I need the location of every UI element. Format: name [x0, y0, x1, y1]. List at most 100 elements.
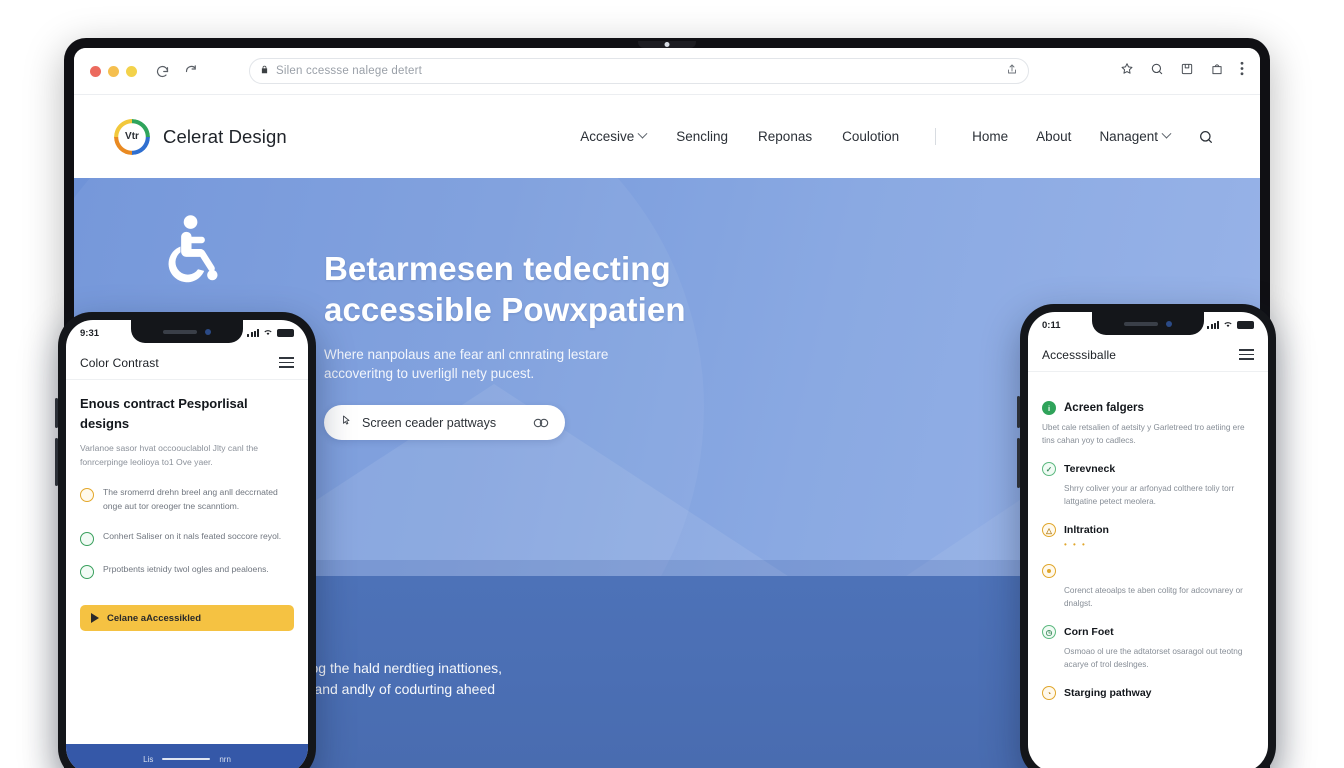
wifi-icon: [263, 328, 273, 339]
link-icon: [533, 417, 549, 429]
kebab-menu-icon[interactable]: [1240, 61, 1244, 81]
laptop-camera-icon: [664, 42, 670, 47]
phone-left-paragraph: Varlanoe sasor hvat occoouclablol Jlty c…: [80, 443, 259, 467]
home-indicator: [162, 757, 211, 761]
footer-right-label: nrn: [219, 754, 231, 764]
nav-divider: [935, 128, 937, 145]
cursor-icon: [340, 414, 352, 432]
green-circle-icon: [80, 565, 94, 579]
nav-item-sencling[interactable]: Sencling: [676, 129, 728, 144]
wifi-icon: [1223, 320, 1233, 331]
list-item-text: Prpotbents ietnidy twol ogles and pealoe…: [103, 564, 269, 574]
list-item-title: Starging pathway: [1064, 687, 1152, 699]
lock-icon: [260, 62, 269, 80]
nav-item-accesive[interactable]: Accesive: [580, 128, 648, 144]
amber-outline-badge-icon: △: [1042, 523, 1056, 537]
list-item[interactable]: The sromerrd drehn breel ang anll deccrn…: [80, 486, 294, 513]
battery-icon: [277, 329, 294, 337]
amber-dot-badge-icon: [1042, 564, 1056, 578]
hero-heading: Betarmesen tedecting accessible Powxpati…: [324, 250, 686, 328]
front-camera-icon: [1166, 320, 1172, 327]
nav-item-home[interactable]: Home: [972, 129, 1008, 144]
nav-label: Nanagent: [1099, 129, 1158, 144]
nav-label: Coulotion: [842, 129, 900, 144]
phone-left-screen: 9:31 Color Contrast Enous contract Pespo…: [66, 320, 308, 768]
nav-item-reponas[interactable]: Reponas: [758, 129, 812, 144]
list-item-text: The sromerrd drehn breel ang anll deccrn…: [103, 487, 278, 511]
chevron-down-icon: [1161, 128, 1172, 139]
list-item-dots: • • •: [1064, 540, 1087, 549]
save-icon[interactable]: [1180, 62, 1194, 81]
nav-item-about[interactable]: About: [1036, 129, 1071, 144]
front-camera-icon: [205, 328, 211, 335]
search-icon[interactable]: [1150, 62, 1164, 81]
window-controls[interactable]: [90, 65, 137, 77]
chevron-down-icon: [637, 128, 648, 139]
list-item[interactable]: ✓ Terevneck Shrry coliver your ar arfony…: [1042, 462, 1254, 508]
phone-notch: [1092, 312, 1204, 335]
signal-icon: [1207, 321, 1219, 329]
list-item-desc: Corenct ateoalps te aben colitg for adco…: [1064, 586, 1243, 608]
speaker-icon: [1124, 321, 1158, 326]
list-item-title: Acreen falgers: [1064, 402, 1144, 414]
screenshot-stage: Silen ccessse nalege detert Vtr Celerat …: [0, 0, 1344, 768]
list-item-text: Conhert Saliser on it nals feated soccor…: [103, 531, 282, 541]
phone-mockup-right: 0:11 Accesssiballe i Acreen falgers Ubet…: [1017, 304, 1276, 768]
address-bar[interactable]: Silen ccessse nalege detert: [249, 58, 1029, 84]
minimize-button[interactable]: [108, 65, 119, 77]
star-icon[interactable]: [1120, 62, 1134, 81]
url-text: Silen ccessse nalege detert: [276, 65, 423, 77]
list-item[interactable]: Corenct ateoalps te aben colitg for adco…: [1042, 564, 1254, 610]
list-item[interactable]: ◷ Corn Foet Osmoao ol ure the adtatorset…: [1042, 625, 1254, 671]
footer-left-label: Lis: [143, 754, 154, 764]
list-item[interactable]: i Acreen falgers Ubet cale retsalien of …: [1042, 401, 1254, 447]
reload-icon[interactable]: [184, 64, 199, 79]
list-item-title: Inltration: [1064, 524, 1109, 536]
hamburger-icon[interactable]: [279, 357, 294, 368]
browser-toolbar: Silen ccessse nalege detert: [74, 48, 1260, 95]
bag-icon[interactable]: [1210, 62, 1224, 81]
logo-text: Vtr: [125, 131, 139, 142]
list-item[interactable]: ◔ Starging pathway: [1042, 686, 1254, 700]
phone-left-footer: Lis nrn: [66, 744, 308, 768]
phone-left-title: Color Contrast: [80, 355, 159, 370]
maximize-button[interactable]: [126, 65, 137, 77]
close-button[interactable]: [90, 65, 101, 77]
list-item[interactable]: Conhert Saliser on it nals feated soccor…: [80, 530, 294, 546]
brand-name: Celerat Design: [163, 125, 287, 147]
list-item[interactable]: Prpotbents ietnidy twol ogles and pealoe…: [80, 563, 294, 579]
nav-item-nanagent[interactable]: Nanagent: [1099, 128, 1172, 144]
list-item-desc: Shrry coliver your ar arfonyad colthere …: [1064, 484, 1235, 506]
phone-left-heading: Enous contract Pesporlisal designs: [80, 396, 248, 431]
battery-icon: [1237, 321, 1254, 329]
phone-left-cta-button[interactable]: Celane aAccessikled: [80, 605, 294, 631]
amber-outline-badge-icon: ◔: [1042, 686, 1056, 700]
share-icon[interactable]: [1006, 62, 1018, 80]
nav-primary: Accesive Sencling Reponas Coulotion Home…: [580, 128, 1214, 145]
phone-right-screen: 0:11 Accesssiballe i Acreen falgers Ubet…: [1028, 312, 1268, 768]
nav-label: Accesive: [580, 129, 635, 144]
nav-label: About: [1036, 129, 1072, 144]
hero-cta-button[interactable]: Screen ceader pattways: [324, 405, 565, 440]
hero-cta-label: Screen ceader pattways: [362, 415, 497, 430]
phone-mockup-left: 9:31 Color Contrast Enous contract Pespo…: [55, 312, 316, 768]
phone-notch: [131, 320, 243, 343]
list-item[interactable]: △ Inltration • • •: [1042, 523, 1254, 549]
logo-icon: Vtr: [114, 118, 150, 155]
play-icon: [91, 613, 99, 623]
nav-item-coulotion[interactable]: Coulotion: [842, 129, 899, 144]
hamburger-icon[interactable]: [1239, 349, 1254, 360]
nav-search-icon[interactable]: [1198, 129, 1214, 145]
status-time: 9:31: [80, 327, 100, 339]
phone-left-header: Color Contrast: [66, 346, 308, 380]
brand[interactable]: Vtr Celerat Design: [114, 118, 287, 155]
nav-label: Reponas: [758, 129, 813, 144]
list-item-desc: Osmoao ol ure the adtatorset osaragol ou…: [1064, 647, 1243, 669]
nav-label: Home: [972, 129, 1009, 144]
phone-left-body: Enous contract Pesporlisal designs Varla…: [66, 380, 308, 645]
signal-icon: [247, 329, 259, 337]
amber-circle-icon: [80, 488, 94, 502]
back-icon[interactable]: [155, 64, 170, 79]
list-item-title: Corn Foet: [1064, 626, 1114, 638]
list-item-title: Terevneck: [1064, 463, 1116, 475]
